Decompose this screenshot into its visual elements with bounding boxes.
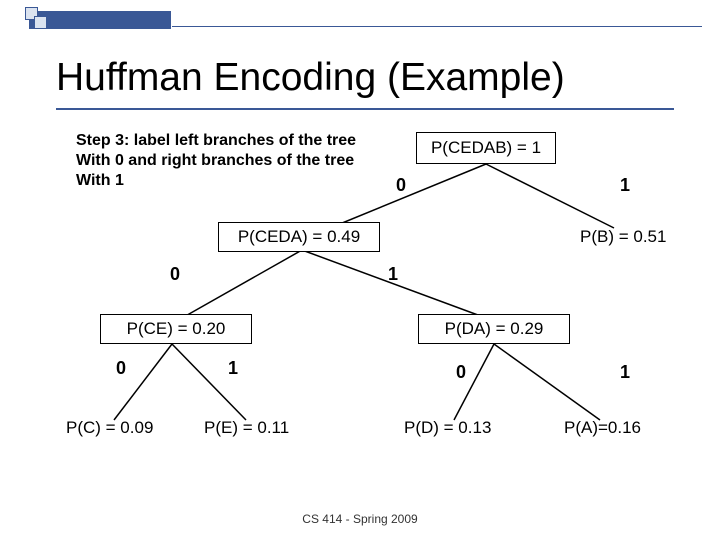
header-accent-bar xyxy=(29,11,171,29)
header-accent-square xyxy=(34,16,47,29)
edge-label-ce-left: 0 xyxy=(116,358,126,379)
header-rule xyxy=(172,26,702,27)
edge-label-root-right: 1 xyxy=(620,175,630,196)
tree-node-ce: P(CE) = 0.20 xyxy=(100,314,252,344)
tree-leaf-d: P(D) = 0.13 xyxy=(404,418,491,438)
title-underline xyxy=(56,108,674,110)
slide-footer: CS 414 - Spring 2009 xyxy=(302,512,417,526)
edge-label-root-left: 0 xyxy=(396,175,406,196)
edge-label-da-left: 0 xyxy=(456,362,466,383)
edge-label-da-right: 1 xyxy=(620,362,630,383)
slide-title: Huffman Encoding (Example) xyxy=(56,56,565,100)
tree-leaf-a: P(A)=0.16 xyxy=(564,418,641,438)
step-description: Step 3: label left branches of the treeW… xyxy=(76,131,356,191)
tree-node-ceda: P(CEDA) = 0.49 xyxy=(218,222,380,252)
tree-leaf-e: P(E) = 0.11 xyxy=(204,418,289,438)
edge-label-ce-right: 1 xyxy=(228,358,238,379)
edge-label-ceda-left: 0 xyxy=(170,264,180,285)
tree-node-root: P(CEDAB) = 1 xyxy=(416,132,556,164)
tree-leaf-c: P(C) = 0.09 xyxy=(66,418,153,438)
tree-leaf-b: P(B) = 0.51 xyxy=(580,227,666,247)
tree-node-da: P(DA) = 0.29 xyxy=(418,314,570,344)
edge-label-ceda-right: 1 xyxy=(388,264,398,285)
